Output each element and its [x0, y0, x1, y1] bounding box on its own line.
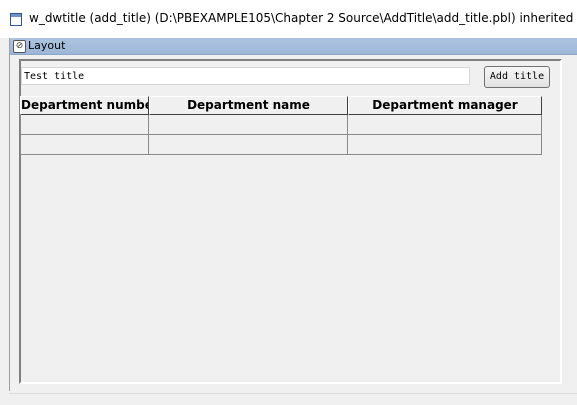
title-input[interactable]: Test title — [21, 67, 470, 85]
cell-department-number[interactable] — [20, 115, 149, 135]
cell-department-manager[interactable] — [348, 115, 542, 135]
layout-canvas: Test title Add title Department number D… — [19, 59, 562, 384]
column-header-department-manager[interactable]: Department manager — [348, 96, 542, 115]
column-header-department-number[interactable]: Department number — [20, 96, 149, 115]
window-titlebar: w_dwtitle (add_title) (D:\PBEXAMPLE105\C… — [0, 0, 577, 38]
cell-department-name[interactable] — [149, 135, 348, 155]
column-header-department-name[interactable]: Department name — [149, 96, 348, 115]
cell-department-manager[interactable] — [348, 135, 542, 155]
layout-pane: ⊘ Layout Test title Add title Department… — [9, 38, 577, 391]
window-title: w_dwtitle (add_title) (D:\PBEXAMPLE105\C… — [29, 11, 577, 25]
layout-pane-title: Layout — [28, 39, 66, 52]
cell-department-number[interactable] — [20, 135, 149, 155]
cell-department-name[interactable] — [149, 115, 348, 135]
bottom-strip — [9, 393, 577, 405]
add-title-button[interactable]: Add title — [484, 66, 550, 88]
window-icon — [10, 13, 22, 26]
table-row[interactable] — [20, 115, 542, 135]
department-datawindow: Department number Department name Depart… — [20, 96, 542, 155]
grid-header: Department number Department name Depart… — [20, 96, 542, 115]
table-row[interactable] — [20, 135, 542, 155]
layout-icon: ⊘ — [13, 40, 26, 53]
layout-pane-header: ⊘ Layout — [10, 38, 577, 55]
